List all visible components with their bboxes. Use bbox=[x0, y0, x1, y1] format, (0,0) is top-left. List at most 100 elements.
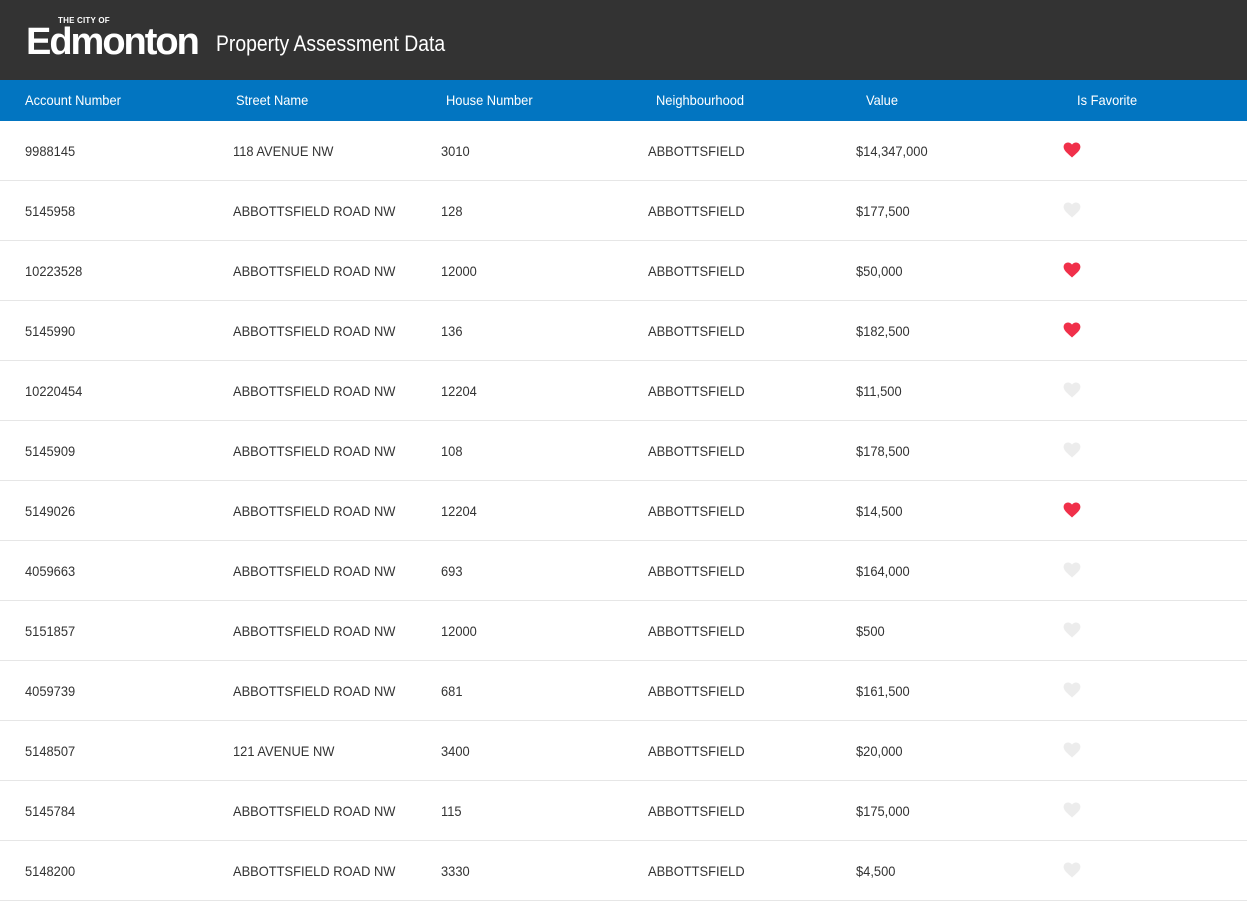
table-row[interactable]: 5151857 ABBOTTSFIELD ROAD NW 12000 ABBOTTSF… bbox=[0, 601, 1247, 661]
value-cell: $500 bbox=[856, 623, 885, 639]
street-name-cell: ABBOTTSFIELD ROAD NW bbox=[233, 323, 396, 339]
table-row[interactable]: 5148200 ABBOTTSFIELD ROAD NW 3330 ABBOTTSFI… bbox=[0, 841, 1247, 901]
favorite-heart-icon[interactable] bbox=[1063, 442, 1081, 458]
neighbourhood-cell: ABBOTTSFIELD bbox=[648, 803, 745, 819]
account-number-cell: 5145909 bbox=[25, 443, 76, 459]
neighbourhood-cell: ABBOTTSFIELD bbox=[648, 623, 745, 639]
account-number-cell: 5148507 bbox=[25, 743, 76, 759]
column-header-neighbourhood[interactable]: Neighbourhood bbox=[656, 80, 744, 121]
column-header-street-name[interactable]: Street Name bbox=[236, 80, 308, 121]
street-name-cell: ABBOTTSFIELD ROAD NW bbox=[233, 383, 396, 399]
street-name-cell: ABBOTTSFIELD ROAD NW bbox=[233, 443, 396, 459]
house-number-cell: 128 bbox=[441, 203, 463, 219]
value-cell: $20,000 bbox=[856, 743, 903, 759]
street-name-cell: ABBOTTSFIELD ROAD NW bbox=[233, 863, 396, 879]
street-name-cell: ABBOTTSFIELD ROAD NW bbox=[233, 683, 396, 699]
house-number-cell: 115 bbox=[441, 803, 462, 819]
street-name-cell: ABBOTTSFIELD ROAD NW bbox=[233, 203, 396, 219]
value-cell: $161,500 bbox=[856, 683, 910, 699]
page-title: Property Assessment Data bbox=[216, 31, 446, 56]
street-name-cell: ABBOTTSFIELD ROAD NW bbox=[233, 263, 396, 279]
account-number-cell: 4059663 bbox=[25, 563, 76, 579]
favorite-heart-icon[interactable] bbox=[1063, 562, 1081, 578]
account-number-cell: 9988145 bbox=[25, 143, 76, 159]
account-number-cell: 5145990 bbox=[25, 323, 76, 339]
house-number-cell: 136 bbox=[441, 323, 463, 339]
street-name-cell: ABBOTTSFIELD ROAD NW bbox=[233, 563, 396, 579]
account-number-cell: 10223528 bbox=[25, 263, 83, 279]
table-row[interactable]: 5149026 ABBOTTSFIELD ROAD NW 12204 ABBOTTSF… bbox=[0, 481, 1247, 541]
account-number-cell: 5145784 bbox=[25, 803, 76, 819]
favorite-heart-icon[interactable] bbox=[1063, 502, 1081, 518]
value-cell: $175,000 bbox=[856, 803, 910, 819]
table-row[interactable]: 4059663 ABBOTTSFIELD ROAD NW 693 ABBOTTSFIE… bbox=[0, 541, 1247, 601]
neighbourhood-cell: ABBOTTSFIELD bbox=[648, 383, 745, 399]
account-number-cell: 10220454 bbox=[25, 383, 83, 399]
column-header-account-number[interactable]: Account Number bbox=[25, 80, 121, 121]
account-number-cell: 5149026 bbox=[25, 503, 76, 519]
house-number-cell: 108 bbox=[441, 443, 463, 459]
favorite-heart-icon[interactable] bbox=[1063, 382, 1081, 398]
street-name-cell: ABBOTTSFIELD ROAD NW bbox=[233, 803, 396, 819]
value-cell: $50,000 bbox=[856, 263, 903, 279]
street-name-cell: 118 AVENUE NW bbox=[233, 143, 334, 159]
account-number-cell: 4059739 bbox=[25, 683, 76, 699]
favorite-heart-icon[interactable] bbox=[1063, 802, 1081, 818]
table-row[interactable]: 5145784 ABBOTTSFIELD ROAD NW 115 ABBOTTSFIE… bbox=[0, 781, 1247, 841]
table-row[interactable]: 10223528 ABBOTTSFIELD ROAD NW 12000 ABBOTTS… bbox=[0, 241, 1247, 301]
column-header-house-number[interactable]: House Number bbox=[446, 80, 533, 121]
value-cell: $11,500 bbox=[856, 383, 902, 399]
favorite-heart-icon[interactable] bbox=[1063, 202, 1081, 218]
table-row[interactable]: 10220454 ABBOTTSFIELD ROAD NW 12204 ABBOTTS… bbox=[0, 361, 1247, 421]
neighbourhood-cell: ABBOTTSFIELD bbox=[648, 563, 745, 579]
favorite-heart-icon[interactable] bbox=[1063, 622, 1081, 638]
value-cell: $14,500 bbox=[856, 503, 903, 519]
house-number-cell: 3400 bbox=[441, 743, 470, 759]
house-number-cell: 12204 bbox=[441, 383, 477, 399]
neighbourhood-cell: ABBOTTSFIELD bbox=[648, 863, 745, 879]
street-name-cell: 121 AVENUE NW bbox=[233, 743, 335, 759]
street-name-cell: ABBOTTSFIELD ROAD NW bbox=[233, 623, 396, 639]
house-number-cell: 693 bbox=[441, 563, 463, 579]
value-cell: $4,500 bbox=[856, 863, 896, 879]
column-header-value[interactable]: Value bbox=[866, 80, 898, 121]
neighbourhood-cell: ABBOTTSFIELD bbox=[648, 263, 745, 279]
table-row[interactable]: 5145958 ABBOTTSFIELD ROAD NW 128 ABBOTTSFIE… bbox=[0, 181, 1247, 241]
favorite-heart-icon[interactable] bbox=[1063, 742, 1081, 758]
account-number-cell: 5148200 bbox=[25, 863, 76, 879]
value-cell: $182,500 bbox=[856, 323, 910, 339]
favorite-heart-icon[interactable] bbox=[1063, 322, 1081, 338]
account-number-cell: 5145958 bbox=[25, 203, 76, 219]
favorite-heart-icon[interactable] bbox=[1063, 682, 1081, 698]
value-cell: $177,500 bbox=[856, 203, 910, 219]
value-cell: $178,500 bbox=[856, 443, 910, 459]
house-number-cell: 3010 bbox=[441, 143, 470, 159]
table-row[interactable]: 9988145 118 AVENUE NW 3010 ABBOTTSFIELD $14,… bbox=[0, 121, 1247, 181]
logo-wordmark: Edmonton bbox=[26, 21, 200, 63]
table-row[interactable]: 5145909 ABBOTTSFIELD ROAD NW 108 ABBOTTSFIE… bbox=[0, 421, 1247, 481]
table-row[interactable]: 5145990 ABBOTTSFIELD ROAD NW 136 ABBOTTSFIE… bbox=[0, 301, 1247, 361]
table-row[interactable]: 5148507 121 AVENUE NW 3400 ABBOTTSFIELD $20,… bbox=[0, 721, 1247, 781]
favorite-heart-icon[interactable] bbox=[1063, 142, 1081, 158]
neighbourhood-cell: ABBOTTSFIELD bbox=[648, 743, 745, 759]
house-number-cell: 3330 bbox=[441, 863, 470, 879]
table-row[interactable]: 4059739 ABBOTTSFIELD ROAD NW 681 ABBOTTSFIE… bbox=[0, 661, 1247, 721]
house-number-cell: 681 bbox=[441, 683, 463, 699]
house-number-cell: 12000 bbox=[441, 263, 477, 279]
neighbourhood-cell: ABBOTTSFIELD bbox=[648, 203, 745, 219]
table-body: 9988145 118 AVENUE NW 3010 ABBOTTSFIELD $14,… bbox=[0, 121, 1247, 901]
favorite-heart-icon[interactable] bbox=[1063, 262, 1081, 278]
house-number-cell: 12204 bbox=[441, 503, 477, 519]
column-header-is-favorite[interactable]: Is Favorite bbox=[1077, 80, 1137, 121]
city-of-edmonton-logo[interactable]: THE CITY OF Edmonton bbox=[26, 16, 204, 64]
account-number-cell: 5151857 bbox=[25, 623, 76, 639]
app-header: THE CITY OF Edmonton Property Assessment… bbox=[0, 0, 1247, 80]
neighbourhood-cell: ABBOTTSFIELD bbox=[648, 443, 745, 459]
value-cell: $14,347,000 bbox=[856, 143, 928, 159]
neighbourhood-cell: ABBOTTSFIELD bbox=[648, 143, 745, 159]
favorite-heart-icon[interactable] bbox=[1063, 862, 1081, 878]
neighbourhood-cell: ABBOTTSFIELD bbox=[648, 683, 745, 699]
value-cell: $164,000 bbox=[856, 563, 910, 579]
house-number-cell: 12000 bbox=[441, 623, 477, 639]
neighbourhood-cell: ABBOTTSFIELD bbox=[648, 503, 745, 519]
